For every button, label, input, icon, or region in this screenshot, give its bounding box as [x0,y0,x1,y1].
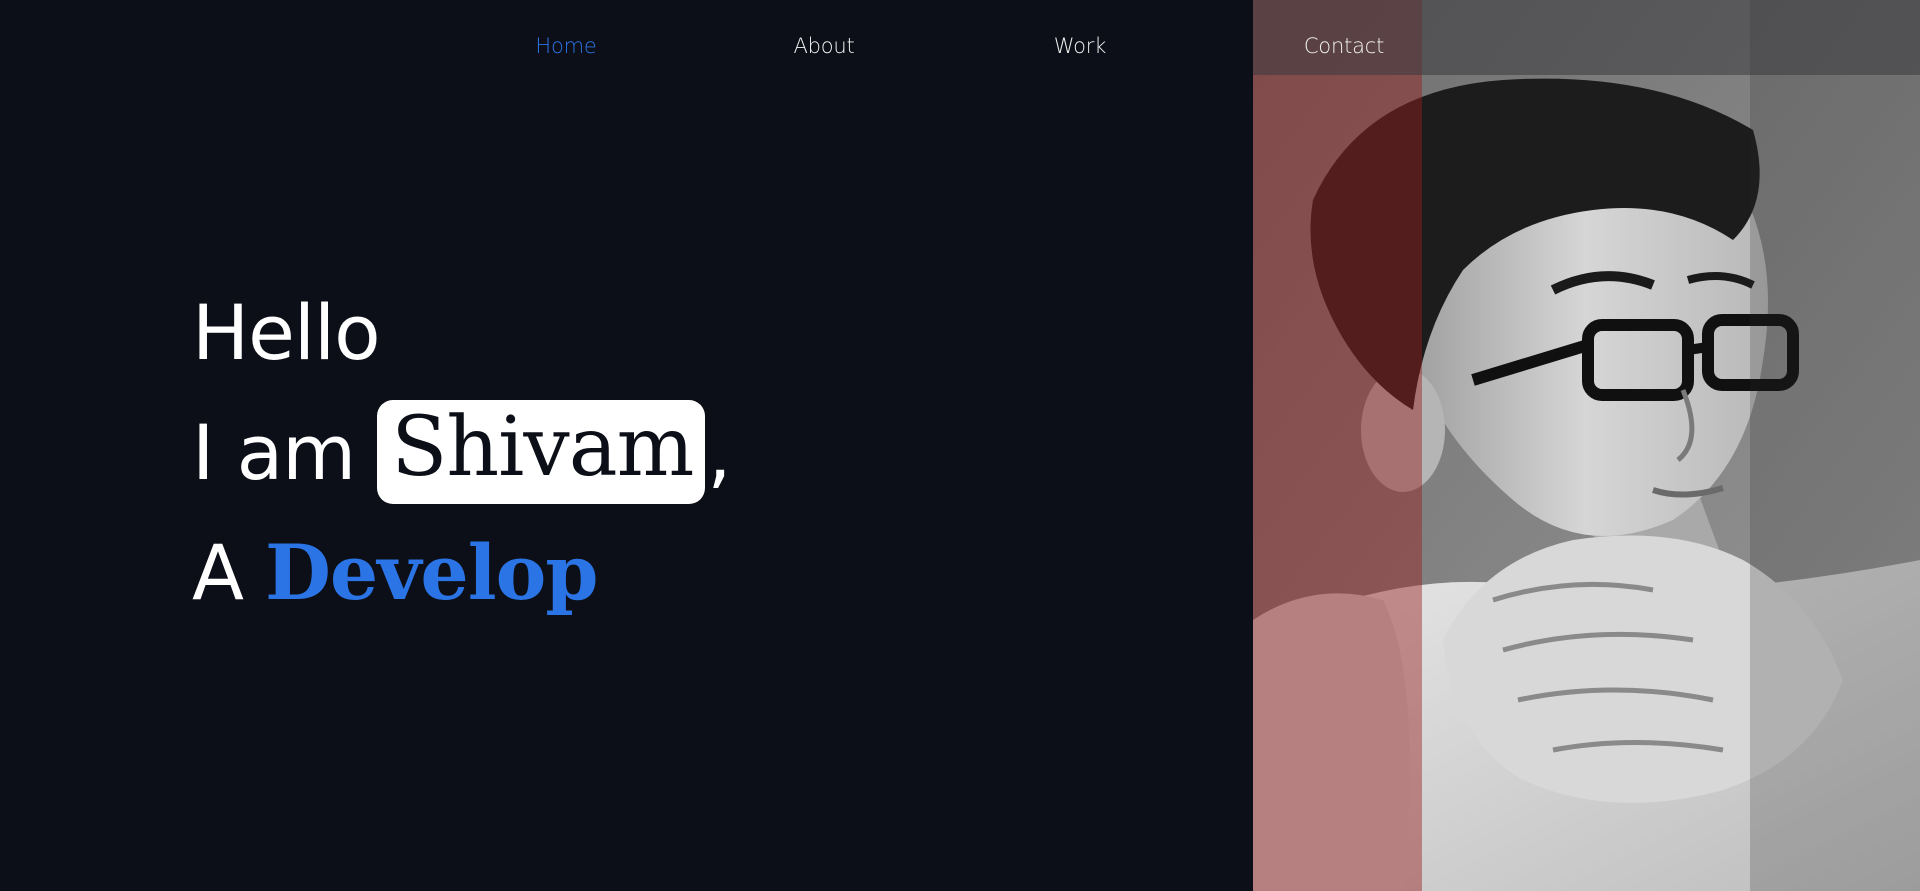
hero-intro-line: I am Shivam , [192,392,732,512]
hero-greeting-line: Hello [192,272,731,392]
nav-link-work[interactable]: Work [1054,34,1107,58]
nav-link-home[interactable]: Home [535,34,596,58]
hero-role-prefix: A [192,527,244,617]
page: Home About Work Contact Hello I am Shiva… [0,0,1920,891]
hero-name-highlight: Shivam [377,400,706,504]
photo-red-overlay [1253,0,1422,891]
hero-intro-prefix: I am [192,407,356,497]
hero-greeting: Hello [192,287,381,377]
hero-role-line: A Develop [192,512,731,632]
photo-dark-overlay [1750,0,1920,891]
hero-section: Hello I am Shivam , A Develop [192,272,732,632]
main-nav: Home About Work Contact [0,0,1920,75]
nav-link-about[interactable]: About [793,34,854,58]
nav-link-contact[interactable]: Contact [1304,34,1385,58]
hero-name-suffix: , [707,407,731,497]
hero-role-typed: Develop [265,527,598,617]
profile-photo [1253,0,1920,891]
